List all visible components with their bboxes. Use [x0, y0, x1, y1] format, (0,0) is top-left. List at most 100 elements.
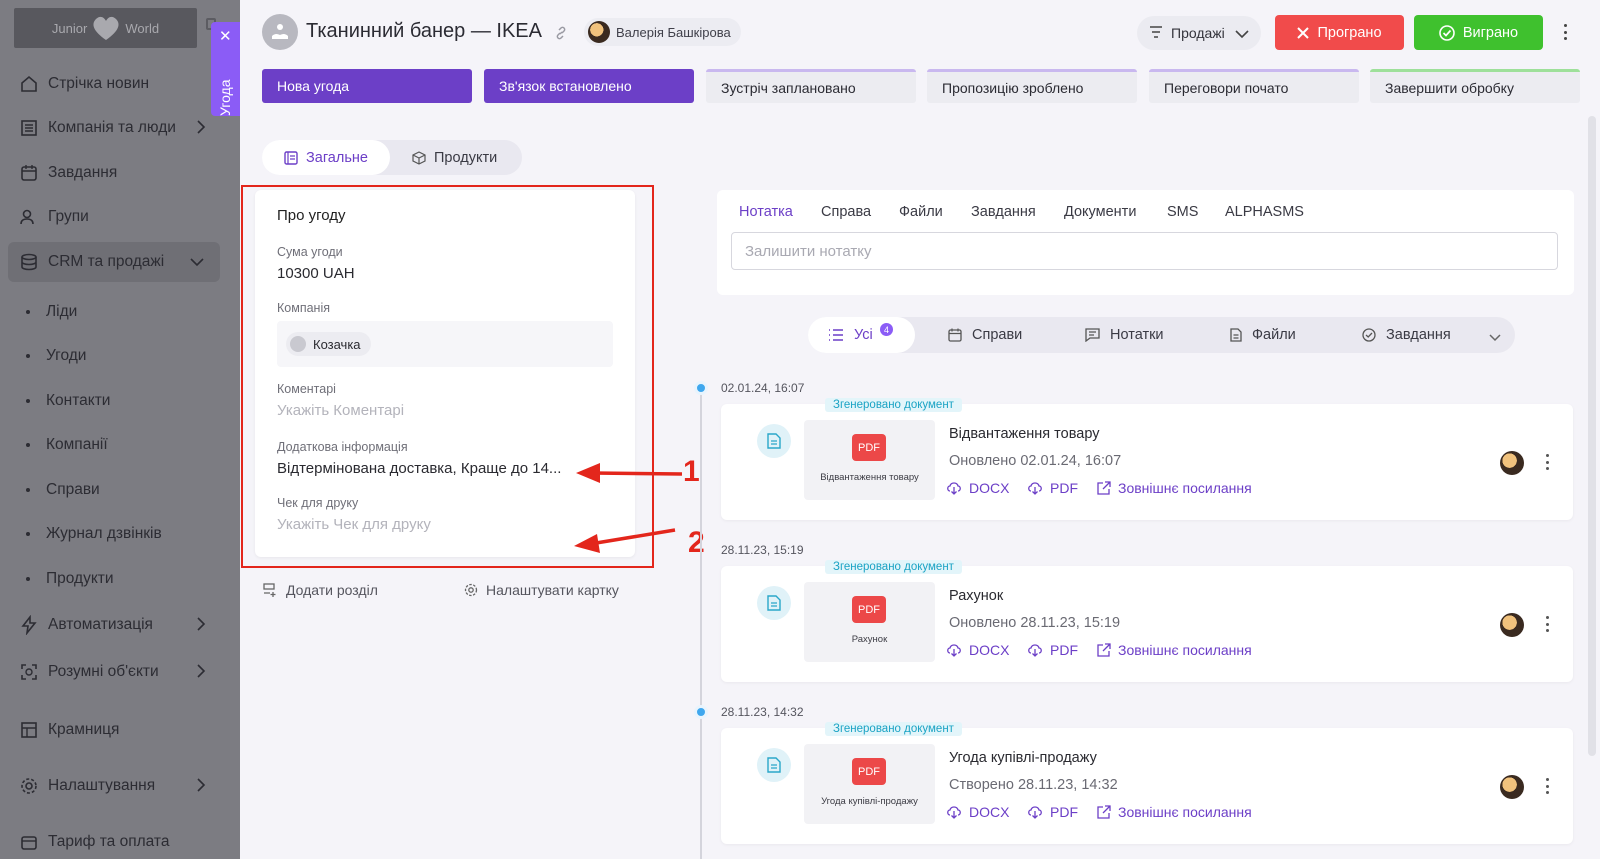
filter-all-label: Усі [854, 327, 873, 343]
more-menu-icon[interactable] [1544, 454, 1550, 470]
stage-finish[interactable]: Завершити обробку [1370, 69, 1580, 103]
document-thumbnail[interactable]: PDF Рахунок [804, 582, 935, 662]
stage-meeting[interactable]: Зустріч заплановано [706, 69, 916, 103]
document-thumbnail[interactable]: PDF Відвантаження товару [804, 420, 935, 500]
sidebar-subitem-calls[interactable]: Журнал дзвінків [26, 519, 162, 549]
download-pdf-link[interactable]: PDF [1027, 642, 1078, 658]
lost-button[interactable]: Програно [1275, 15, 1404, 50]
composer-tab-note[interactable]: Нотатка [739, 204, 793, 220]
cloud-download-icon [1027, 805, 1043, 819]
docx-label: DOCX [969, 804, 1010, 820]
timeline-date: 02.01.24, 16:07 [721, 381, 805, 395]
document-title[interactable]: Рахунок [949, 588, 1003, 604]
sidebar-item-crm[interactable]: CRM та продажі [8, 242, 220, 282]
sidebar-subitem-label: Продукти [46, 570, 114, 587]
stage-new[interactable]: Нова угода [262, 69, 472, 103]
wallet-icon [18, 831, 40, 853]
external-link[interactable]: Зовнішнє посилання [1097, 480, 1252, 496]
sidebar-subitem-contacts[interactable]: Контакти [26, 386, 110, 416]
tab-products[interactable]: Продукти [412, 140, 497, 175]
won-button[interactable]: Виграно [1414, 15, 1543, 50]
pdf-icon: PDF [852, 758, 886, 785]
download-docx-link[interactable]: DOCX [946, 642, 1009, 658]
docx-label: DOCX [969, 642, 1010, 658]
timeline-line [700, 388, 702, 859]
owner-name: Валерія Башкірова [616, 24, 731, 40]
more-menu-icon[interactable] [1544, 778, 1550, 794]
scrollbar[interactable] [1588, 116, 1596, 756]
sidebar-subitem-products[interactable]: Продукти [26, 564, 114, 594]
document-title[interactable]: Угода купівлі-продажу [949, 750, 1097, 766]
note-icon [1085, 328, 1100, 342]
link-icon[interactable] [553, 25, 569, 46]
stage-contacted[interactable]: Зв'язок встановлено [484, 69, 694, 103]
sidebar-subitem-leads[interactable]: Ліди [26, 297, 77, 327]
note-input[interactable]: Залишити нотатку [731, 232, 1558, 270]
more-menu-icon[interactable] [1544, 616, 1550, 632]
tab-general[interactable]: Загальне [262, 140, 390, 175]
document-title[interactable]: Відвантаження товару [949, 426, 1099, 442]
sidebar-item-news[interactable]: Стрічка новин [0, 64, 222, 104]
annotation-number-2: 2 [688, 526, 705, 559]
check-circle-icon [1362, 328, 1376, 342]
download-pdf-link[interactable]: PDF [1027, 804, 1078, 820]
composer-tab-alphasms[interactable]: ALPHASMS [1225, 204, 1304, 220]
sidebar-subitem-deals[interactable]: Угоди [26, 341, 86, 371]
chevron-down-icon[interactable] [1489, 329, 1501, 347]
filter-notes[interactable]: Нотатки [1085, 317, 1164, 353]
generated-badge: Згенеровано документ [825, 398, 962, 412]
external-link[interactable]: Зовнішнє посилання [1097, 804, 1252, 820]
chevron-down-icon [190, 254, 204, 272]
external-link[interactable]: Зовнішнє посилання [1097, 642, 1252, 658]
sidebar-item-label: Тариф та оплата [48, 833, 170, 850]
sidebar-item-settings[interactable]: Налаштування [0, 766, 222, 806]
more-menu-icon[interactable] [1560, 22, 1570, 42]
add-section-icon [263, 582, 278, 598]
logo[interactable]: Junior World [14, 8, 197, 48]
filter-icon [1149, 25, 1163, 41]
chevron-down-icon [1235, 26, 1249, 42]
document-updated: Оновлено 28.11.23, 15:19 [949, 615, 1121, 631]
close-icon [1297, 26, 1310, 39]
composer-tab-documents[interactable]: Документи [1064, 204, 1136, 220]
add-section-button[interactable]: Додати розділ [263, 582, 378, 598]
document-updated: Оновлено 02.01.24, 16:07 [949, 453, 1122, 469]
document-thumbnail[interactable]: PDF Угода купівлі-продажу [804, 744, 935, 824]
composer-tab-tasks[interactable]: Завдання [971, 204, 1036, 220]
cloud-download-icon [946, 643, 962, 657]
download-pdf-link[interactable]: PDF [1027, 480, 1078, 496]
filter-cases[interactable]: Справи [948, 317, 1022, 353]
composer-tab-sms[interactable]: SMS [1167, 204, 1198, 220]
filter-files[interactable]: Файли [1230, 317, 1296, 353]
composer-tab-case[interactable]: Справа [821, 204, 871, 220]
deal-side-tab[interactable]: ✕ Угода [211, 22, 240, 116]
composer-tab-files[interactable]: Файли [899, 204, 943, 220]
download-docx-link[interactable]: DOCX [946, 804, 1009, 820]
sidebar-item-billing[interactable]: Тариф та оплата [0, 822, 222, 859]
sidebar-item-smart-objects[interactable]: Розумні об'єкти [0, 652, 222, 692]
logo-text-right: World [125, 20, 160, 36]
chevron-right-icon [196, 664, 206, 683]
won-label: Виграно [1462, 24, 1519, 41]
funnel-select[interactable]: Продажі [1137, 16, 1261, 50]
avatar [1500, 775, 1524, 799]
stage-negotiation[interactable]: Переговори почато [1149, 69, 1359, 103]
sidebar-item-company[interactable]: Компанія та люди [0, 108, 222, 148]
smart-object-icon [18, 661, 40, 683]
stage-proposal[interactable]: Пропозицію зроблено [927, 69, 1137, 103]
sidebar-item-automation[interactable]: Автоматизація [0, 605, 222, 645]
configure-card-button[interactable]: Налаштувати картку [464, 582, 619, 598]
sidebar-subitem-cases[interactable]: Справи [26, 475, 100, 505]
sidebar-subitem-companies[interactable]: Компанії [26, 430, 108, 460]
sidebar-item-groups[interactable]: Групи [0, 197, 222, 237]
owner-chip[interactable]: Валерія Башкірова [584, 18, 741, 46]
sidebar-item-tasks[interactable]: Завдання [0, 153, 222, 193]
cloud-download-icon [1027, 643, 1043, 657]
download-docx-link[interactable]: DOCX [946, 480, 1009, 496]
timeline-dot [694, 705, 708, 719]
external-label: Зовнішнє посилання [1118, 480, 1252, 496]
close-icon[interactable]: ✕ [219, 29, 232, 44]
sidebar-item-store[interactable]: Крамниця [0, 710, 222, 750]
filter-tasks[interactable]: Завдання [1362, 317, 1451, 353]
filter-all[interactable]: Усі 4 [808, 317, 915, 353]
